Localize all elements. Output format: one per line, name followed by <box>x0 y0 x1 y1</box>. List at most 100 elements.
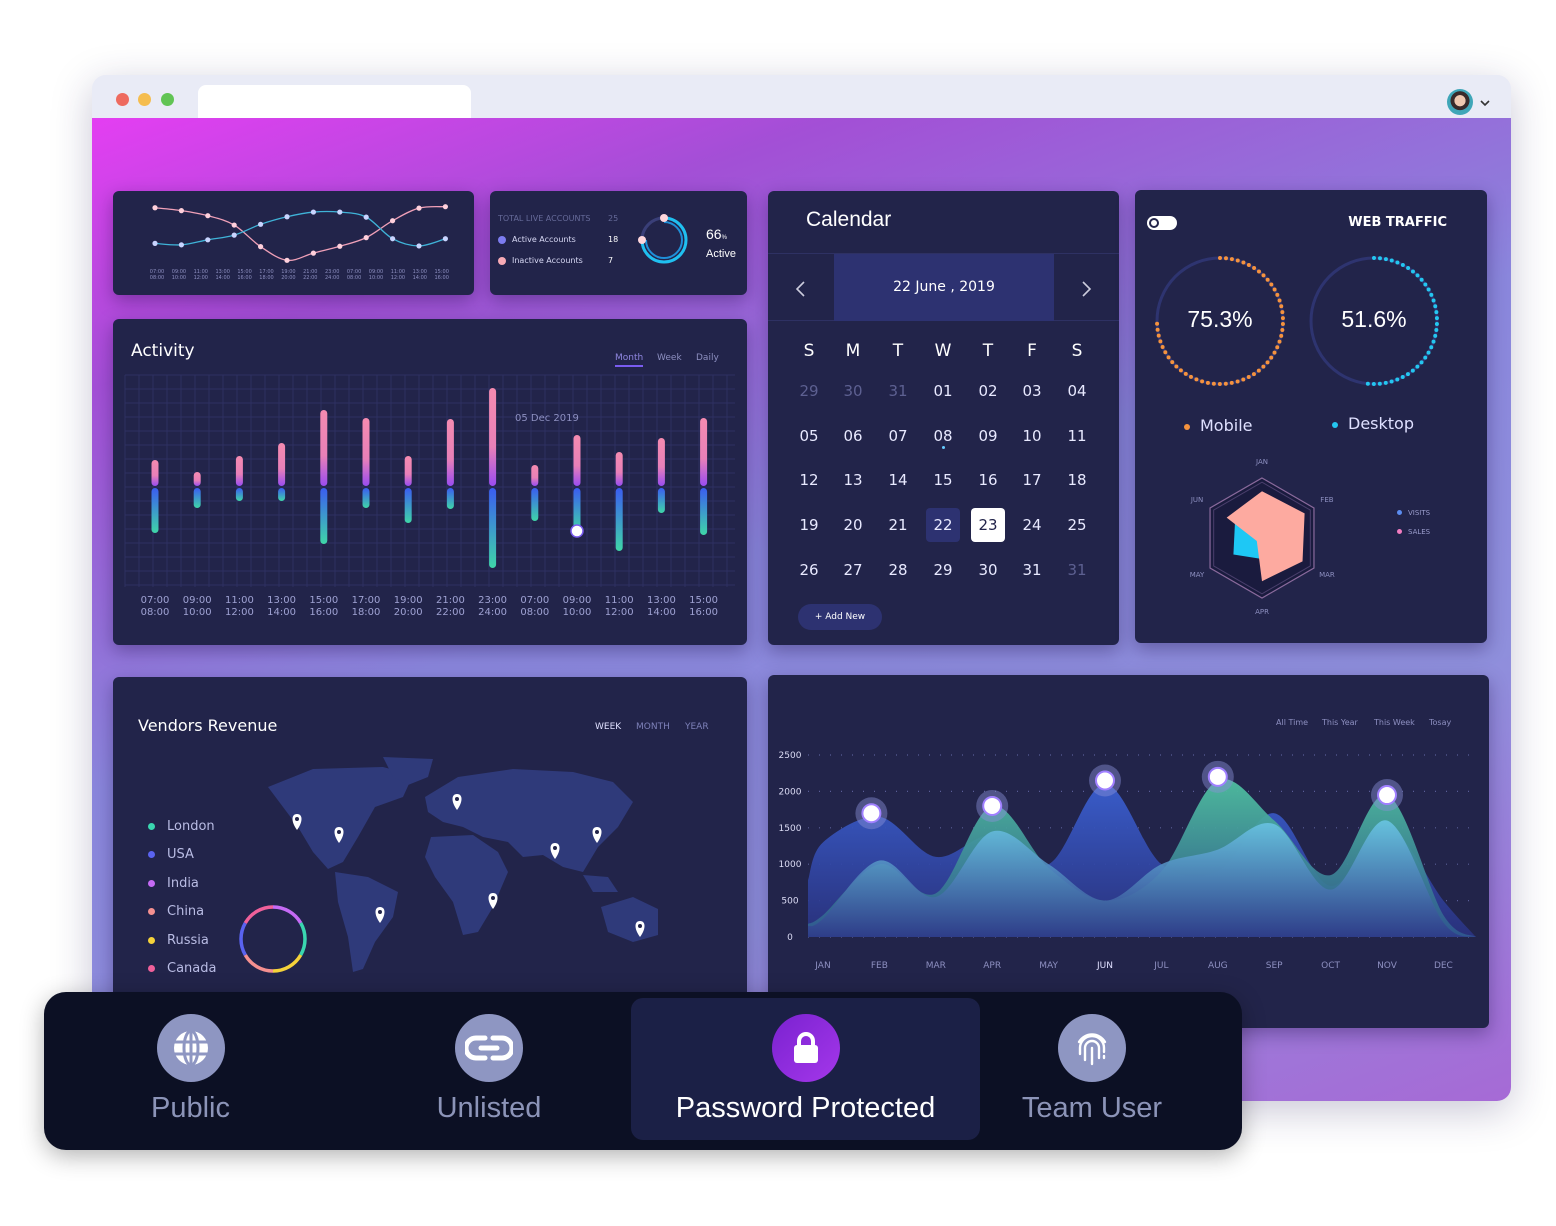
peak-marker[interactable] <box>855 797 888 830</box>
calendar-day[interactable]: 29 <box>926 553 960 587</box>
x-tick-label: 16:00 <box>434 275 448 281</box>
add-new-button[interactable]: + Add New <box>798 604 882 630</box>
calendar-day[interactable]: 12 <box>792 463 826 497</box>
area-chart: 0 500 1000 1500 2000 2500 JAN FEB MAR APR MAY JUN JU… <box>779 751 1478 971</box>
peak-marker[interactable] <box>1371 779 1403 812</box>
x-tick-label: 08:00 <box>520 607 549 618</box>
activity-bar-up <box>531 465 539 486</box>
calendar-day[interactable]: 10 <box>1015 419 1049 453</box>
x-tick-label: 14:00 <box>413 275 427 281</box>
calendar-day[interactable]: 15 <box>926 463 960 497</box>
activity-bar-up <box>151 460 159 486</box>
close-window-button[interactable] <box>116 93 129 106</box>
calendar-day[interactable]: 07 <box>881 419 915 453</box>
x-tick-label: 20:00 <box>281 275 295 281</box>
legend-label: China <box>167 904 205 920</box>
calendar-day[interactable]: 02 <box>971 374 1005 408</box>
line-point <box>205 213 211 219</box>
y-tick-label: 2000 <box>779 787 802 797</box>
peak-marker[interactable] <box>1089 764 1121 797</box>
calendar-day[interactable]: 03 <box>1015 374 1049 408</box>
calendar-day[interactable]: 20 <box>836 508 870 542</box>
x-tick-label: MAR <box>926 961 946 971</box>
calendar-day-today[interactable]: 23 <box>971 508 1005 543</box>
calendar-day[interactable]: 19 <box>792 508 826 542</box>
x-tick-label: FEB <box>871 961 888 971</box>
calendar-day[interactable]: 16 <box>971 463 1005 497</box>
tab-this-year[interactable]: This Year <box>1322 718 1358 727</box>
web-traffic-panel: WEB TRAFFIC 75.3% 51.6% Mobile Desktop V… <box>1135 190 1487 643</box>
legend-item-russia: Russia <box>148 933 209 948</box>
line-point <box>310 250 316 256</box>
calendar-day[interactable]: 26 <box>792 553 826 587</box>
tab-this-week[interactable]: This Week <box>1374 718 1415 727</box>
maximize-window-button[interactable] <box>161 93 174 106</box>
calendar-day[interactable]: 01 <box>926 374 960 408</box>
calendar-day[interactable]: 13 <box>836 463 870 497</box>
weekday-label: W <box>934 341 952 361</box>
browser-tab[interactable] <box>198 85 471 118</box>
calendar-day[interactable]: 06 <box>836 419 870 453</box>
x-tick-label: 10:00 <box>172 275 186 281</box>
calendar-day[interactable]: 17 <box>1015 463 1049 497</box>
desktop-legend: Desktop <box>1332 414 1414 433</box>
option-public[interactable]: Public <box>48 998 333 1140</box>
prev-month-icon[interactable] <box>794 280 808 298</box>
legend-dot <box>148 879 155 887</box>
y-tick-label: 0 <box>787 933 793 943</box>
peak-marker[interactable] <box>1201 760 1234 793</box>
line-point <box>178 242 184 248</box>
x-tick-label: 16:00 <box>237 275 251 281</box>
activity-bar-up <box>489 388 497 486</box>
calendar-day[interactable]: 31 <box>1060 553 1094 587</box>
calendar-day[interactable]: 25 <box>1060 508 1094 542</box>
inactive-accounts-row: Inactive Accounts <box>498 256 583 265</box>
legend-dot <box>498 235 506 244</box>
active-accounts-row: Active Accounts <box>498 235 576 244</box>
line-point <box>442 236 448 242</box>
option-unlisted[interactable]: Unlisted <box>349 998 629 1140</box>
legend-item-usa: USA <box>148 847 194 862</box>
calendar-day[interactable]: 24 <box>1015 508 1049 542</box>
calendar-day-selected[interactable]: 22 <box>926 508 960 543</box>
highlight-point[interactable] <box>570 524 584 538</box>
calendar-day[interactable]: 30 <box>836 374 870 408</box>
calendar-day[interactable]: 28 <box>881 553 915 587</box>
calendar-day[interactable]: 21 <box>881 508 915 542</box>
x-tick-label: 12:00 <box>605 607 634 618</box>
calendar-day[interactable]: 11 <box>1060 419 1094 453</box>
chevron-down-icon[interactable] <box>1479 98 1491 108</box>
legend-label: USA <box>167 847 194 863</box>
donut-segment <box>272 905 303 924</box>
x-tick-label: SEP <box>1266 961 1283 971</box>
calendar-day[interactable]: 04 <box>1060 374 1094 408</box>
calendar-day[interactable]: 29 <box>792 374 826 408</box>
peak-marker[interactable] <box>976 789 1009 822</box>
line-point <box>284 257 290 263</box>
line-point <box>442 204 448 210</box>
line-point <box>178 208 184 214</box>
x-tick-label: 08:00 <box>347 275 361 281</box>
calendar-day[interactable]: 18 <box>1060 463 1094 497</box>
next-month-icon[interactable] <box>1079 280 1093 298</box>
calendar-day[interactable]: 14 <box>881 463 915 497</box>
tab-tosay[interactable]: Tosay <box>1429 718 1451 727</box>
user-avatar[interactable] <box>1447 89 1473 115</box>
x-tick-label: 08:00 <box>150 275 164 281</box>
activity-bar-down <box>657 488 665 513</box>
calendar-day[interactable]: 30 <box>971 553 1005 587</box>
option-password-protected[interactable]: Password Protected <box>631 998 980 1140</box>
legend-label: Canada <box>167 961 217 976</box>
calendar-day[interactable]: 27 <box>836 553 870 587</box>
calendar-day[interactable]: 05 <box>792 419 826 453</box>
activity-bar-up <box>404 456 412 486</box>
x-tick-label: 19:00 <box>394 595 423 606</box>
option-team-user[interactable]: Team User <box>984 998 1200 1140</box>
activity-bar-up <box>320 410 328 486</box>
calendar-day[interactable]: 31 <box>1015 553 1049 587</box>
tab-all-time[interactable]: All Time <box>1276 718 1308 727</box>
x-tick-label: 12:00 <box>194 275 208 281</box>
calendar-day[interactable]: 31 <box>881 374 915 408</box>
calendar-day[interactable]: 09 <box>971 419 1005 453</box>
minimize-window-button[interactable] <box>138 93 151 106</box>
